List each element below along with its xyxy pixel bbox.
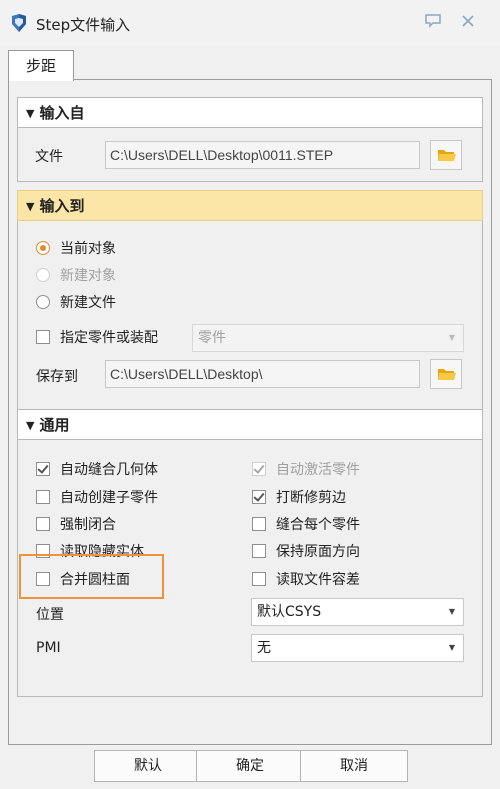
input-from-group: ▼ 输入自 文件 C:\Users\DELL\Desktop\0011.STEP: [17, 97, 483, 182]
part-type-select[interactable]: 零件 ▼: [192, 324, 464, 352]
cancel-button[interactable]: 取消: [300, 750, 408, 782]
input-to-group: ▼ 输入到 当前对象 新建对象 新建文件 指定零件或装配 零件 ▼ 保存到 C:\…: [17, 190, 483, 413]
specify-part-label: 指定零件或装配: [60, 330, 158, 346]
input-from-header[interactable]: ▼ 输入自: [17, 97, 483, 128]
read-tolerance-checkbox[interactable]: [252, 572, 266, 586]
save-to-label: 保存到: [36, 369, 78, 385]
force-close-label: 强制闭合: [60, 517, 116, 533]
collapse-triangle-icon: ▼: [26, 419, 35, 432]
keep-face-direction-checkbox[interactable]: [252, 544, 266, 558]
auto-activate-label: 自动激活零件: [276, 462, 360, 478]
collapse-triangle-icon: ▼: [26, 107, 35, 120]
input-from-title: 输入自: [39, 104, 85, 122]
file-path-field[interactable]: C:\Users\DELL\Desktop\0011.STEP: [105, 141, 420, 169]
ok-button[interactable]: 确定: [196, 750, 304, 782]
position-label: 位置: [36, 607, 64, 623]
radio-current-object[interactable]: [36, 241, 50, 255]
file-label: 文件: [35, 149, 63, 165]
tab-step[interactable]: 步距: [8, 50, 74, 81]
input-to-title: 输入到: [39, 197, 85, 215]
read-hidden-checkbox[interactable]: [36, 544, 50, 558]
save-to-path-field[interactable]: C:\Users\DELL\Desktop\: [105, 360, 420, 388]
read-hidden-label: 读取隐藏实体: [60, 544, 144, 560]
comment-icon[interactable]: [424, 14, 442, 30]
chevron-down-icon: ▼: [448, 607, 455, 616]
folder-icon: [438, 369, 456, 380]
auto-stitch-checkbox[interactable]: [36, 462, 50, 476]
close-icon[interactable]: [459, 14, 477, 30]
pmi-select[interactable]: 无 ▼: [251, 634, 464, 662]
position-value: 默认CSYS: [257, 604, 322, 620]
radio-current-object-label: 当前对象: [60, 241, 116, 257]
input-to-body: 当前对象 新建对象 新建文件 指定零件或装配 零件 ▼ 保存到 C:\Users…: [17, 221, 483, 413]
radio-new-file[interactable]: [36, 295, 50, 309]
title-bar: Step文件输入: [0, 0, 500, 46]
chevron-down-icon: ▼: [448, 333, 455, 342]
keep-face-direction-label: 保持原面方向: [276, 544, 360, 560]
pmi-value: 无: [257, 640, 271, 656]
stitch-each-part-label: 缝合每个零件: [276, 517, 360, 533]
pmi-label: PMI: [36, 640, 61, 656]
input-to-header[interactable]: ▼ 输入到: [17, 190, 483, 221]
chevron-down-icon: ▼: [448, 643, 455, 652]
force-close-checkbox[interactable]: [36, 517, 50, 531]
break-trim-edge-checkbox[interactable]: [252, 490, 266, 504]
radio-new-file-label: 新建文件: [60, 295, 116, 311]
folder-icon: [438, 150, 456, 161]
radio-new-object[interactable]: [36, 268, 50, 282]
auto-subpart-checkbox[interactable]: [36, 490, 50, 504]
auto-activate-checkbox[interactable]: [252, 462, 266, 476]
general-body: 自动缝合几何体 自动创建子零件 强制闭合 读取隐藏实体 合并圆柱面 自动激活零件…: [17, 440, 483, 697]
window-title: Step文件输入: [36, 16, 131, 34]
browse-save-button[interactable]: [430, 359, 462, 389]
specify-part-checkbox[interactable]: [36, 330, 50, 344]
browse-file-button[interactable]: [430, 140, 462, 170]
general-header[interactable]: ▼ 通用: [17, 409, 483, 440]
merge-cylinder-checkbox[interactable]: [36, 572, 50, 586]
general-title: 通用: [39, 416, 70, 434]
part-type-value: 零件: [198, 330, 226, 346]
input-from-body: 文件 C:\Users\DELL\Desktop\0011.STEP: [17, 128, 483, 182]
general-group: ▼ 通用 自动缝合几何体 自动创建子零件 强制闭合 读取隐藏实体 合并圆柱面 自动…: [17, 409, 483, 697]
radio-new-object-label: 新建对象: [60, 268, 116, 284]
auto-subpart-label: 自动创建子零件: [60, 490, 158, 506]
default-button[interactable]: 默认: [94, 750, 202, 782]
collapse-triangle-icon: ▼: [26, 200, 35, 213]
auto-stitch-label: 自动缝合几何体: [60, 462, 158, 478]
app-logo-icon: [12, 14, 26, 32]
stitch-each-part-checkbox[interactable]: [252, 517, 266, 531]
break-trim-edge-label: 打断修剪边: [276, 490, 346, 506]
position-select[interactable]: 默认CSYS ▼: [251, 598, 464, 626]
merge-cylinder-label: 合并圆柱面: [60, 572, 130, 588]
read-tolerance-label: 读取文件容差: [276, 572, 360, 588]
